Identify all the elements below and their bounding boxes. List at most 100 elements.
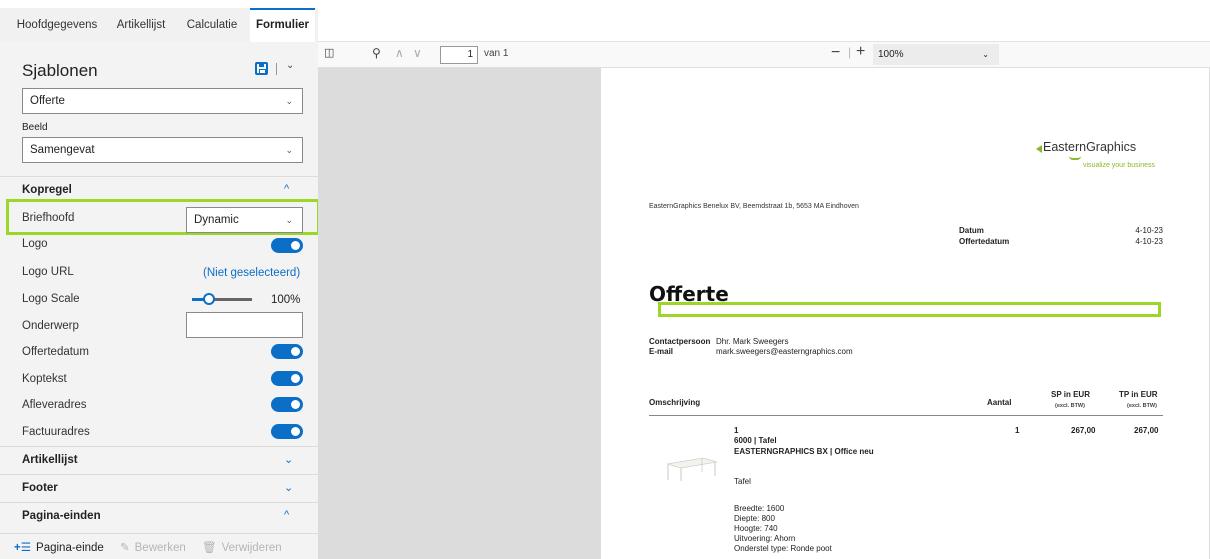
column-header-quantity: Aantal (987, 398, 1012, 407)
zoom-out-icon[interactable]: − (831, 44, 840, 62)
page-number-input[interactable]: 1 (440, 46, 478, 64)
koptekst-toggle[interactable] (271, 371, 303, 386)
page-total: van 1 (484, 48, 509, 59)
save-icon[interactable] (255, 62, 268, 75)
delete-label: Verwijderen (221, 542, 282, 554)
zoom-value: 100% (878, 49, 904, 60)
section-pagina-einden[interactable]: Pagina-einden ^ (0, 502, 318, 530)
sidebar: Sjablonen ⌄ Offerte ⌄ Beeld Samengevat ⌄… (0, 42, 320, 559)
view-select[interactable]: Samengevat ⌄ (22, 137, 303, 163)
chevron-down-icon: ⌄ (285, 96, 293, 106)
meta-label: Offertedatum (959, 237, 1010, 246)
highlight-frame (658, 302, 1161, 317)
meta-label: Datum (959, 226, 984, 235)
sidebar-toggle-icon[interactable]: ◫ (324, 46, 334, 59)
section-kopregel-label: Kopregel (22, 184, 72, 196)
chevron-up-icon: ^ (284, 183, 290, 195)
view-select-value: Samengevat (30, 144, 95, 156)
section-pagina-einden-label: Pagina-einden (22, 510, 101, 522)
briefhoofd-label: Briefhoofd (22, 212, 75, 224)
item-quantity: 1 (1015, 426, 1020, 435)
divider: | (848, 45, 852, 59)
chevron-down-icon: ⌄ (284, 454, 294, 466)
item-spec: Uitvoering: Ahorn (734, 534, 796, 543)
item-spec: Diepte: 800 (734, 514, 775, 523)
offertedatum-toggle[interactable] (271, 344, 303, 359)
page-break-toolbar: +☰ Pagina-einde ✎ Bewerken 🗑 Verwijderen (0, 533, 318, 559)
tab-artikellijst[interactable]: Artikellijst (106, 8, 176, 42)
logo-url-label: Logo URL (22, 266, 74, 278)
column-header-tp: TP in EUR (1119, 390, 1158, 399)
logo-swoosh (1069, 156, 1081, 160)
chevron-up-icon: ^ (284, 509, 290, 521)
chevron-down-icon[interactable]: ⌄ (286, 60, 294, 71)
logo-scale-thumb[interactable] (203, 293, 215, 305)
column-header-tp-sub: (excl. BTW) (1127, 403, 1157, 409)
table-divider (649, 415, 1163, 416)
tab-hoofdgegevens[interactable]: Hoofdgegevens (8, 8, 106, 42)
section-artikellijst-label: Artikellijst (22, 454, 78, 466)
item-brand: EASTERNGRAPHICS BX | Office neu (734, 447, 874, 456)
logo-scale-label: Logo Scale (22, 293, 80, 305)
pdf-viewer: ◫ ⚲ ∧ ∨ 1 van 1 − | + 100% ⌄ EasternGrap… (318, 42, 1210, 559)
add-page-break-label: Pagina-einde (36, 542, 104, 554)
trash-icon: 🗑 (202, 542, 217, 554)
chevron-down-icon: ⌄ (285, 215, 293, 225)
factuuradres-toggle[interactable] (271, 424, 303, 439)
chevron-up-icon[interactable]: ∧ (395, 46, 404, 60)
search-icon[interactable]: ⚲ (372, 46, 381, 60)
section-footer[interactable]: Footer ⌄ (0, 474, 318, 502)
afleveradres-label: Afleveradres (22, 399, 87, 411)
tab-calculatie[interactable]: Calculatie (176, 8, 248, 42)
briefhoofd-select-value: Dynamic (194, 214, 239, 226)
chevron-down-icon: ⌄ (982, 50, 989, 59)
onderwerp-input[interactable] (186, 312, 303, 338)
contact-value: Dhr. Mark Sweegers (716, 337, 789, 346)
edit-button[interactable]: ✎ Bewerken (120, 540, 186, 554)
logo-url-link[interactable]: (Niet geselecteerd) (203, 267, 300, 279)
meta-value: 4-10-23 (1135, 226, 1163, 235)
item-spec: Onderstel type: Ronde poot (734, 544, 832, 553)
section-footer-label: Footer (22, 482, 58, 494)
tab-formulier[interactable]: Formulier (250, 8, 315, 42)
tab-bar: Hoofdgegevens Artikellijst Calculatie Fo… (0, 0, 1210, 42)
template-select[interactable]: Offerte ⌄ (22, 88, 303, 114)
zoom-in-icon[interactable]: + (856, 43, 865, 61)
zoom-select[interactable]: 100% ⌄ (873, 44, 999, 65)
section-artikellijst[interactable]: Artikellijst ⌄ (0, 446, 318, 474)
onderwerp-label: Onderwerp (22, 320, 79, 332)
company-logo: EasternGraphics (1043, 140, 1137, 154)
afleveradres-toggle[interactable] (271, 397, 303, 412)
logo-scale-value: 100% (271, 294, 301, 306)
add-page-break-button[interactable]: +☰ Pagina-einde (14, 540, 104, 554)
logo-mark (1036, 145, 1042, 153)
chevron-down-icon[interactable]: ∨ (413, 46, 422, 60)
viewer-toolbar: ◫ ⚲ ∧ ∨ 1 van 1 − | + 100% ⌄ (318, 42, 1210, 68)
edit-label: Bewerken (134, 542, 186, 554)
meta-value: 4-10-23 (1135, 237, 1163, 246)
add-page-break-icon: +☰ (14, 542, 32, 554)
contact-label: E-mail (649, 347, 674, 356)
column-header-sp-sub: (excl. BTW) (1055, 403, 1085, 409)
item-spec: Breedte: 1600 (734, 504, 785, 513)
offertedatum-label: Offertedatum (22, 346, 89, 358)
table-product-image (666, 457, 718, 481)
item-type: Tafel (734, 477, 751, 486)
item-tp: 267,00 (1134, 426, 1159, 435)
item-name: 6000 | Tafel (734, 436, 777, 445)
item-sp: 267,00 (1071, 426, 1096, 435)
chevron-down-icon: ⌄ (285, 145, 293, 155)
delete-button[interactable]: 🗑 Verwijderen (202, 540, 282, 554)
item-position: 1 (734, 426, 739, 435)
factuuradres-label: Factuuradres (22, 426, 90, 438)
item-spec: Hoogte: 740 (734, 524, 778, 533)
logo-label: Logo (22, 238, 48, 250)
company-tagline: visualize your business (1083, 162, 1155, 169)
logo-toggle[interactable] (271, 238, 303, 253)
view-label: Beeld (22, 122, 48, 133)
pencil-icon: ✎ (120, 542, 130, 554)
divider (276, 63, 277, 75)
koptekst-label: Koptekst (22, 373, 67, 385)
briefhoofd-select[interactable]: Dynamic ⌄ (186, 207, 303, 233)
contact-value: mark.sweegers@easterngraphics.com (716, 347, 853, 356)
